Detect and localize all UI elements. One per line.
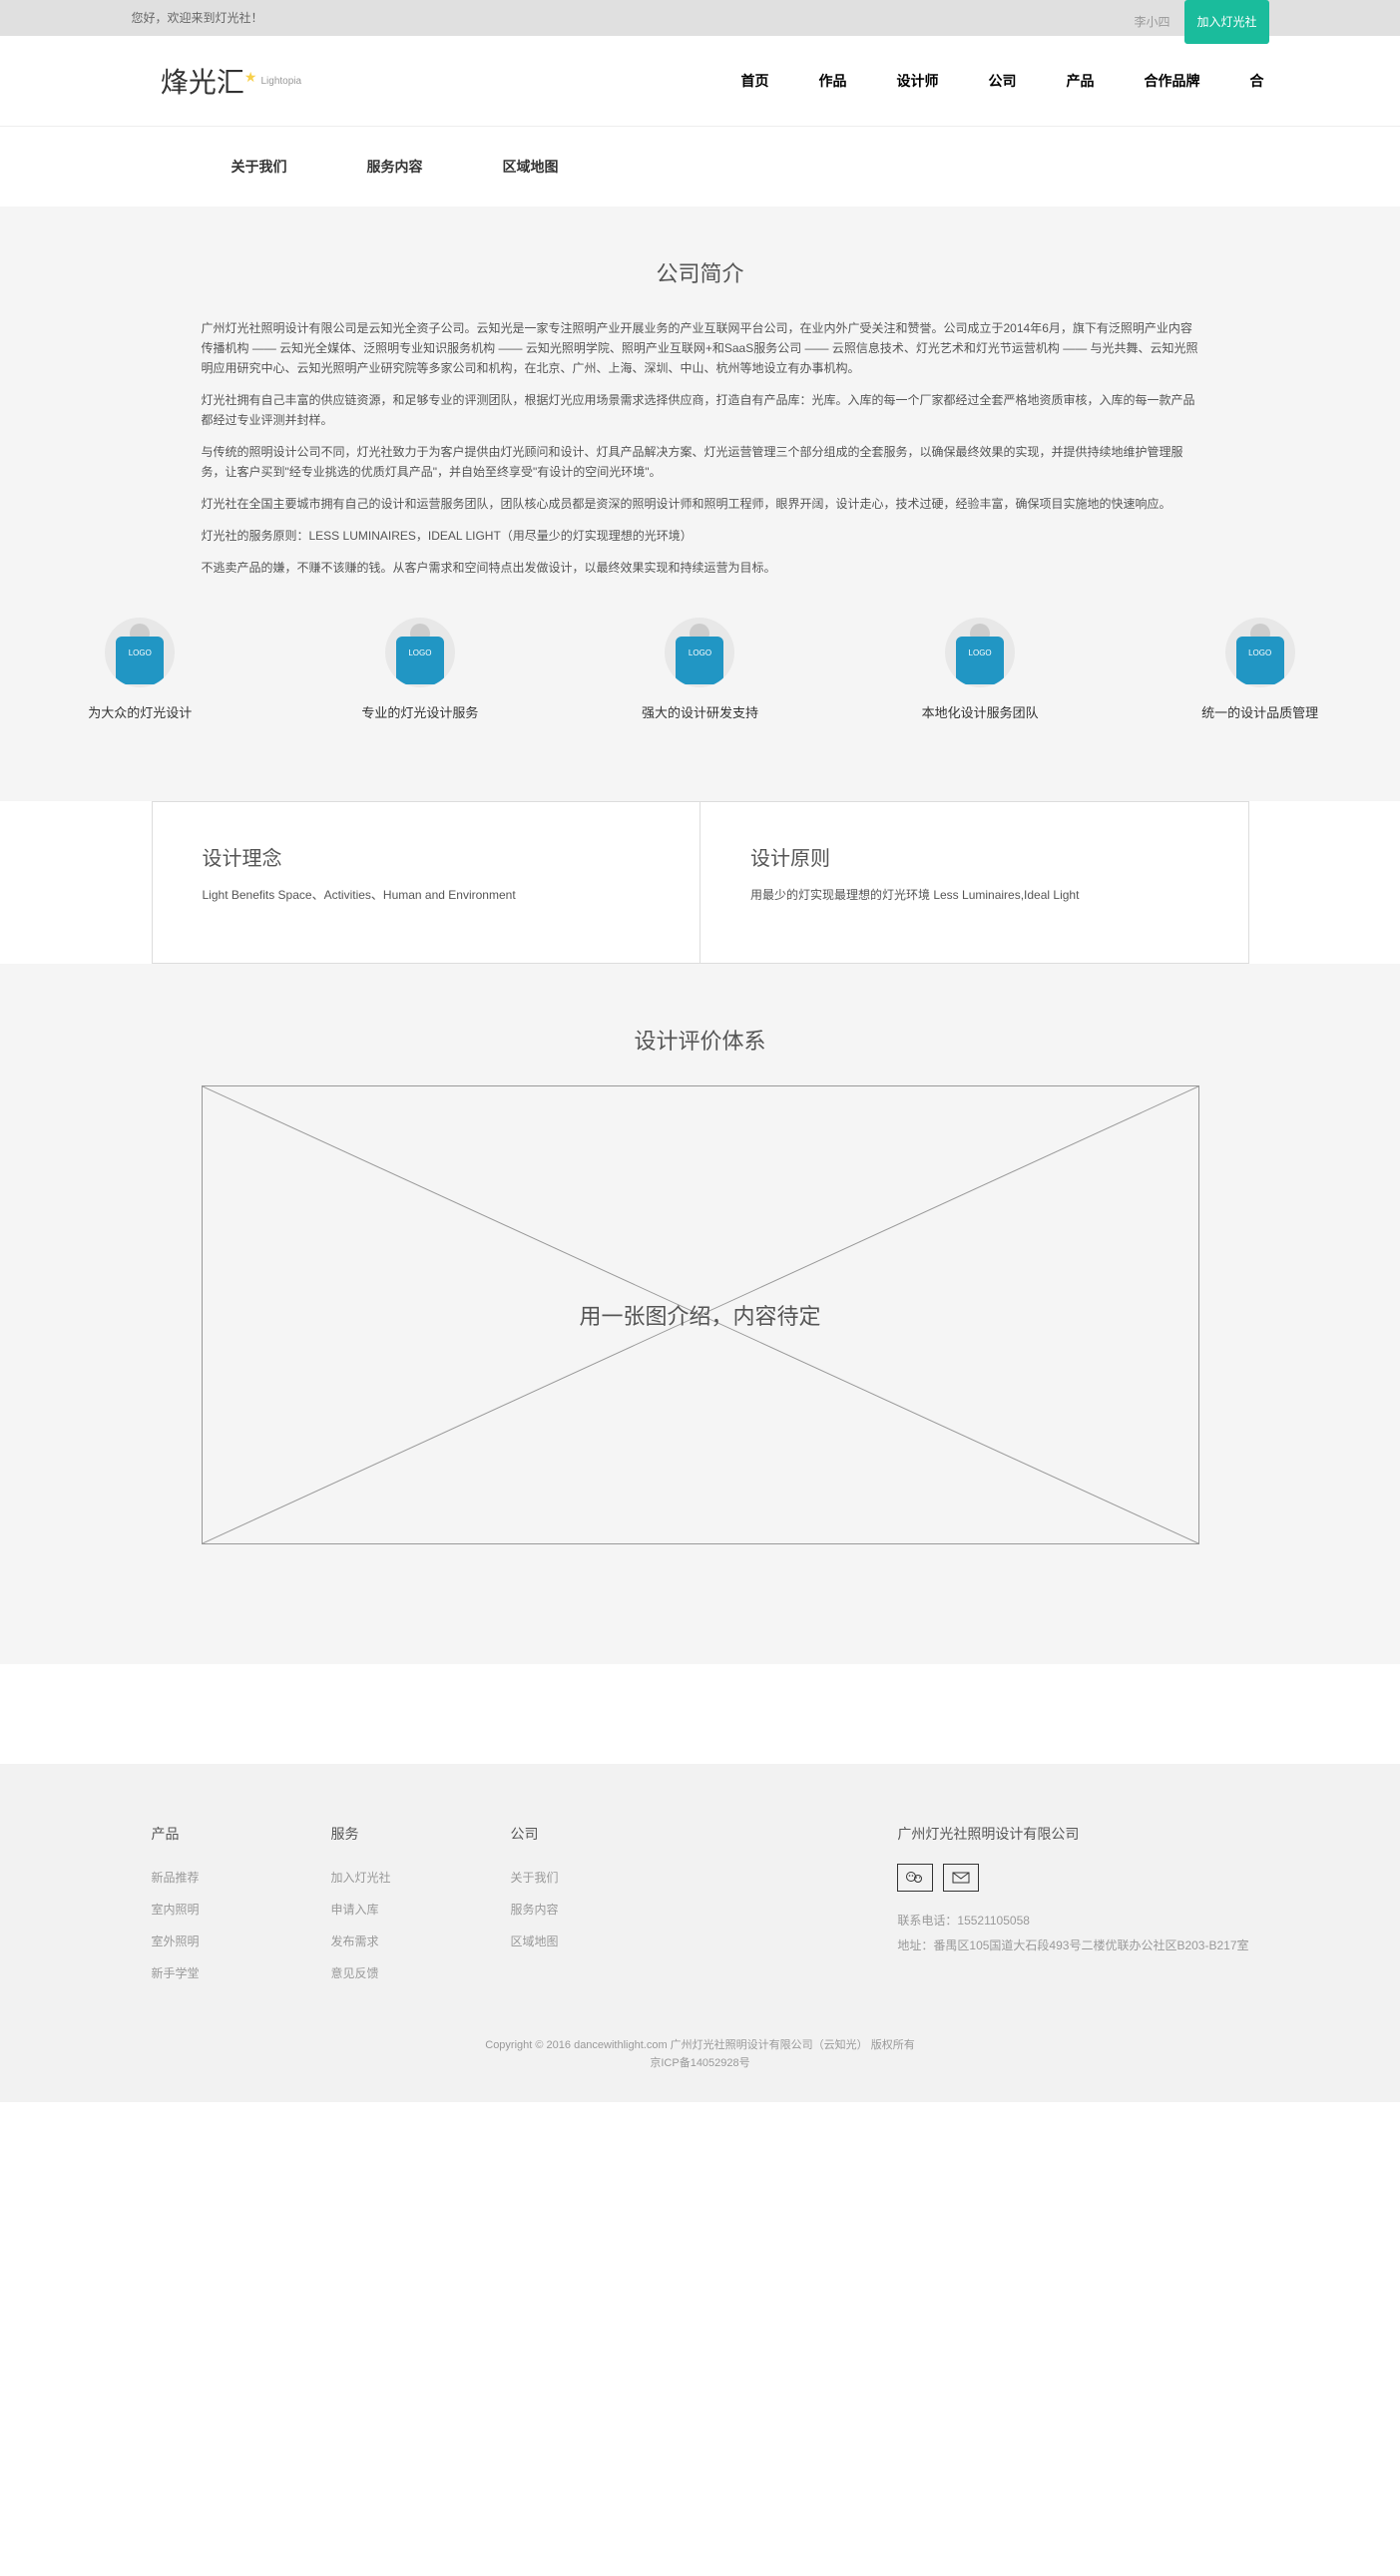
feature-1-text: 为大众的灯光设计 xyxy=(50,702,230,721)
intro-p2: 灯光社拥有自己丰富的供应链资源，和足够专业的评测团队，根据灯光应用场景需求选择供… xyxy=(202,390,1199,430)
footer-col-contact: 广州灯光社照明设计有限公司 联系电话：15521105058 地址：番禺区105… xyxy=(691,1824,1249,1996)
concepts-section: 设计理念 Light Benefits Space、Activities、Hum… xyxy=(0,801,1400,964)
design-principle: 设计原则 用最少的灯实现最理想的灯光环境 Less Luminaires,Ide… xyxy=(700,801,1249,964)
footer-link[interactable]: 室外照明 xyxy=(152,1932,331,1949)
main-nav: 首页 作品 设计师 公司 产品 合作品牌 合 xyxy=(351,36,1289,126)
copyright-line2: 京ICP备14052928号 xyxy=(0,2054,1400,2072)
feature-4-text: 本地化设计服务团队 xyxy=(890,702,1070,721)
logo-icon: LOGO xyxy=(665,618,734,687)
feature-3: LOGO 强大的设计研发支持 xyxy=(610,618,789,721)
principle-title: 设计原则 xyxy=(750,842,1198,871)
intro-section: 公司简介 广州灯光社照明设计有限公司是云知光全资子公司。云知光是一家专注照明产业… xyxy=(0,207,1400,801)
footer-link[interactable]: 室内照明 xyxy=(152,1901,331,1918)
email-icon[interactable] xyxy=(943,1864,979,1892)
feature-4: LOGO 本地化设计服务团队 xyxy=(890,618,1070,721)
design-concept: 设计理念 Light Benefits Space、Activities、Hum… xyxy=(152,801,701,964)
nav-designers[interactable]: 设计师 xyxy=(872,36,964,126)
intro-p5: 灯光社的服务原则：LESS LUMINAIRES，IDEAL LIGHT（用尽量… xyxy=(202,526,1199,546)
feature-5: LOGO 统一的设计品质管理 xyxy=(1170,618,1350,721)
copyright: Copyright © 2016 dancewithlight.com 广州灯光… xyxy=(0,2036,1400,2072)
footer-phone: 联系电话：15521105058 xyxy=(897,1912,1248,1929)
feature-2-text: 专业的灯光设计服务 xyxy=(330,702,510,721)
logo-icon: LOGO xyxy=(105,618,175,687)
footer-company-col-title: 公司 xyxy=(511,1824,691,1844)
subnav-about[interactable]: 关于我们 xyxy=(232,157,287,177)
intro-p3: 与传统的照明设计公司不同，灯光社致力于为客户提供由灯光顾问和设计、灯具产品解决方… xyxy=(202,442,1199,482)
subnav-map[interactable]: 区域地图 xyxy=(503,157,559,177)
logo-icon: LOGO xyxy=(385,618,455,687)
welcome-text: 您好，欢迎来到灯光社！ xyxy=(132,0,263,44)
principle-desc: 用最少的灯实现最理想的灯光环境 Less Luminaires,Ideal Li… xyxy=(750,886,1198,903)
copyright-line1: Copyright © 2016 dancewithlight.com 广州灯光… xyxy=(0,2036,1400,2054)
placeholder-image: 用一张图介绍，内容待定 xyxy=(202,1085,1199,1544)
logo-text: 烽光汇★ xyxy=(161,61,257,101)
footer: 产品 新品推荐 室内照明 室外照明 新手学堂 服务 加入灯光社 申请入库 发布需… xyxy=(0,1764,1400,2102)
footer-products-title: 产品 xyxy=(152,1824,331,1844)
nav-company[interactable]: 公司 xyxy=(964,36,1042,126)
logo-icon: LOGO xyxy=(945,618,1015,687)
nav-more[interactable]: 合 xyxy=(1225,36,1289,126)
intro-p1: 广州灯光社照明设计有限公司是云知光全资子公司。云知光是一家专注照明产业开展业务的… xyxy=(202,318,1199,378)
intro-title: 公司简介 xyxy=(0,256,1400,288)
user-name[interactable]: 李小四 xyxy=(1134,4,1169,40)
footer-link[interactable]: 新品推荐 xyxy=(152,1869,331,1886)
concept-desc: Light Benefits Space、Activities、Human an… xyxy=(203,886,651,903)
intro-body: 广州灯光社照明设计有限公司是云知光全资子公司。云知光是一家专注照明产业开展业务的… xyxy=(202,318,1199,578)
evaluation-section: 设计评价体系 用一张图介绍，内容待定 xyxy=(0,964,1400,1664)
nav-brands[interactable]: 合作品牌 xyxy=(1120,36,1225,126)
top-bar: 您好，欢迎来到灯光社！ 李小四 加入灯光社 xyxy=(0,0,1400,36)
footer-company-name: 广州灯光社照明设计有限公司 xyxy=(897,1824,1248,1844)
concept-title: 设计理念 xyxy=(203,842,651,871)
footer-link[interactable]: 区域地图 xyxy=(511,1932,691,1949)
placeholder-text: 用一张图介绍，内容待定 xyxy=(579,1299,820,1331)
logo-icon: LOGO xyxy=(1225,618,1295,687)
intro-p4: 灯光社在全国主要城市拥有自己的设计和运营服务团队，团队核心成员都是资深的照明设计… xyxy=(202,494,1199,514)
wechat-icon[interactable] xyxy=(897,1864,933,1892)
nav-works[interactable]: 作品 xyxy=(794,36,872,126)
footer-col-company: 公司 关于我们 服务内容 区域地图 xyxy=(511,1824,691,1996)
evaluation-title: 设计评价体系 xyxy=(0,1024,1400,1056)
footer-col-service: 服务 加入灯光社 申请入库 发布需求 意见反馈 xyxy=(331,1824,511,1996)
sub-nav: 关于我们 服务内容 区域地图 xyxy=(112,127,1289,207)
footer-link[interactable]: 新手学堂 xyxy=(152,1964,331,1981)
footer-link[interactable]: 关于我们 xyxy=(511,1869,691,1886)
logo-subtitle: Lightopia xyxy=(260,76,301,87)
footer-link[interactable]: 意见反馈 xyxy=(331,1964,511,1981)
intro-p6: 不逃卖产品的嫌，不赚不该赚的钱。从客户需求和空间特点出发做设计，以最终效果实现和… xyxy=(202,558,1199,578)
nav-products[interactable]: 产品 xyxy=(1042,36,1120,126)
feature-1: LOGO 为大众的灯光设计 xyxy=(50,618,230,721)
feature-3-text: 强大的设计研发支持 xyxy=(610,702,789,721)
footer-link[interactable]: 服务内容 xyxy=(511,1901,691,1918)
logo[interactable]: 烽光汇★ Lightopia xyxy=(112,51,351,111)
footer-col-products: 产品 新品推荐 室内照明 室外照明 新手学堂 xyxy=(152,1824,331,1996)
footer-service-title: 服务 xyxy=(331,1824,511,1844)
footer-link[interactable]: 加入灯光社 xyxy=(331,1869,511,1886)
header: 烽光汇★ Lightopia 首页 作品 设计师 公司 产品 合作品牌 合 xyxy=(0,36,1400,127)
nav-home[interactable]: 首页 xyxy=(716,36,794,126)
footer-link[interactable]: 申请入库 xyxy=(331,1901,511,1918)
footer-address: 地址：番禺区105国道大石段493号二楼优联办公社区B203-B217室 xyxy=(897,1936,1248,1953)
subnav-service[interactable]: 服务内容 xyxy=(367,157,423,177)
footer-link[interactable]: 发布需求 xyxy=(331,1932,511,1949)
feature-5-text: 统一的设计品质管理 xyxy=(1170,702,1350,721)
feature-2: LOGO 专业的灯光设计服务 xyxy=(330,618,510,721)
feature-row: LOGO 为大众的灯光设计 LOGO 专业的灯光设计服务 LOGO 强大的设计研… xyxy=(0,618,1400,721)
